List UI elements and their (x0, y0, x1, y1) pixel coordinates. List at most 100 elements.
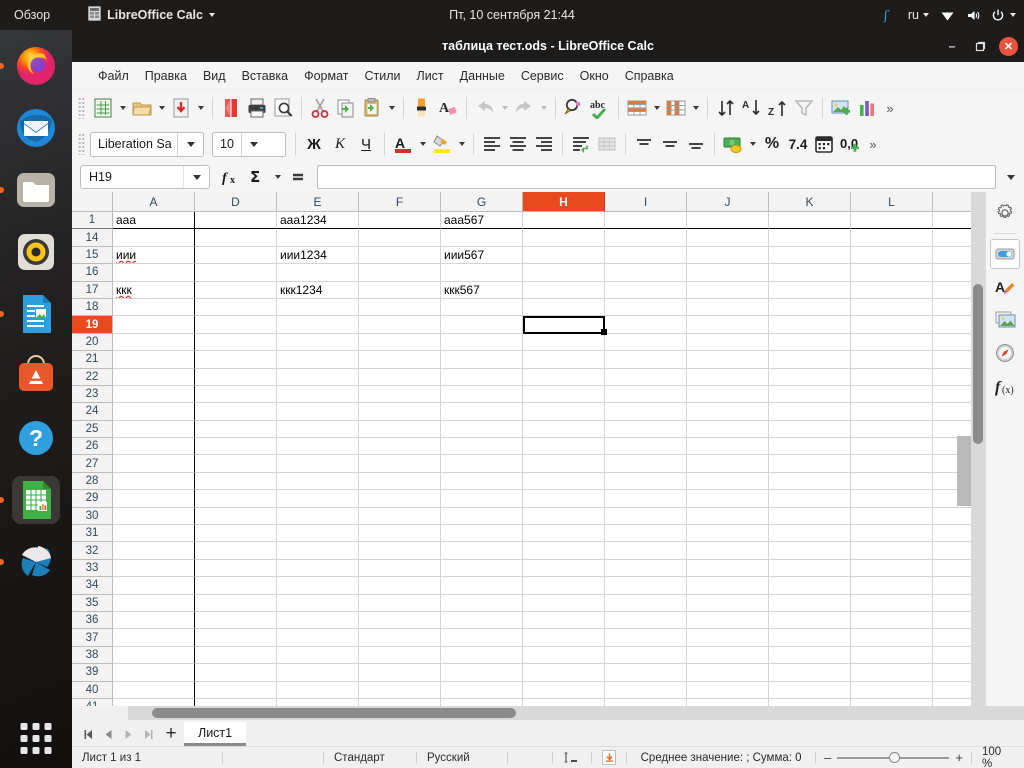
cell-M37[interactable] (933, 629, 971, 647)
row-header-40[interactable]: 40 (72, 681, 113, 699)
autofilter-icon[interactable] (791, 95, 817, 121)
align-top-icon[interactable] (631, 131, 657, 157)
row-header-23[interactable]: 23 (72, 385, 113, 404)
cell-F36[interactable] (359, 611, 441, 630)
cell-D24[interactable] (195, 403, 277, 421)
cell-G1[interactable]: aaa567 (441, 212, 523, 230)
cell-J40[interactable] (687, 681, 769, 699)
column-header-J[interactable]: J (687, 192, 769, 212)
cell-A30[interactable] (113, 507, 195, 526)
cell-A40[interactable] (113, 681, 195, 699)
cell-A19[interactable] (113, 316, 195, 334)
sheet-view[interactable]: A D E F G H I J K L 1 14 15 16 17 18 19 20 21 22 2… (72, 192, 971, 706)
cell-H39[interactable] (523, 664, 605, 682)
row-header-27[interactable]: 27 (72, 455, 113, 473)
cell-F40[interactable] (359, 681, 441, 699)
cell-J16[interactable] (687, 264, 769, 282)
cell-L28[interactable] (851, 472, 933, 491)
cell-D22[interactable] (195, 368, 277, 386)
cell-I23[interactable] (605, 385, 687, 404)
menu-file[interactable]: Файл (90, 66, 137, 86)
cell-M30[interactable] (933, 507, 971, 526)
row-header-17[interactable]: 17 (72, 281, 113, 299)
row-header-26[interactable]: 26 (72, 438, 113, 456)
cell-D29[interactable] (195, 490, 277, 508)
cell-G14[interactable] (441, 229, 523, 247)
cell-G30[interactable] (441, 507, 523, 526)
cell-K27[interactable] (769, 455, 851, 473)
cell-J15[interactable] (687, 246, 769, 265)
cell-J33[interactable] (687, 559, 769, 578)
cell-M21[interactable] (933, 351, 971, 369)
cell-K33[interactable] (769, 559, 851, 578)
sum-dropdown[interactable] (271, 164, 284, 190)
cell-M17[interactable] (933, 281, 971, 299)
cell-F35[interactable] (359, 594, 441, 612)
column-header-F[interactable]: F (359, 192, 441, 212)
cell-A28[interactable] (113, 472, 195, 491)
cell-J37[interactable] (687, 629, 769, 647)
cell-L33[interactable] (851, 559, 933, 578)
number-format-button[interactable]: 7.4 (785, 131, 811, 157)
sidebar-styles-button[interactable]: A (990, 272, 1020, 302)
cell-J39[interactable] (687, 664, 769, 682)
first-sheet-button[interactable] (78, 722, 98, 746)
cell-K15[interactable] (769, 246, 851, 265)
show-applications-button[interactable] (20, 723, 52, 754)
add-sheet-button[interactable]: + (158, 722, 184, 746)
cell-D25[interactable] (195, 420, 277, 439)
cell-M18[interactable] (933, 298, 971, 317)
cell-G37[interactable] (441, 629, 523, 647)
cell-I36[interactable] (605, 611, 687, 630)
column-icon[interactable] (663, 95, 689, 121)
cell-A25[interactable] (113, 420, 195, 439)
font-size-dropdown[interactable] (240, 132, 267, 156)
cell-J36[interactable] (687, 611, 769, 630)
cell-A16[interactable] (113, 264, 195, 282)
cell-G23[interactable] (441, 385, 523, 404)
align-left-icon[interactable] (479, 131, 505, 157)
cell-F32[interactable] (359, 542, 441, 560)
cell-F23[interactable] (359, 385, 441, 404)
cell-G19[interactable] (441, 316, 523, 334)
cell-K28[interactable] (769, 472, 851, 491)
selection-mode-status[interactable] (553, 747, 591, 768)
find-replace-icon[interactable] (561, 95, 587, 121)
cell-M34[interactable] (933, 577, 971, 595)
cell-M15[interactable] (933, 246, 971, 265)
last-sheet-button[interactable] (138, 722, 158, 746)
cell-L1[interactable] (851, 212, 933, 230)
print-preview-icon[interactable] (270, 95, 296, 121)
cell-L37[interactable] (851, 629, 933, 647)
cell-K41[interactable] (769, 698, 851, 706)
row-header-39[interactable]: 39 (72, 664, 113, 682)
menu-sheet[interactable]: Лист (408, 66, 451, 86)
column-header-M[interactable] (933, 192, 971, 212)
row-header-36[interactable]: 36 (72, 611, 113, 630)
cell-E38[interactable] (277, 646, 359, 665)
cell-A21[interactable] (113, 351, 195, 369)
dock-item-thunderbird[interactable] (12, 104, 60, 152)
cell-E33[interactable] (277, 559, 359, 578)
column-dropdown[interactable] (689, 95, 702, 121)
cell-H41[interactable] (523, 698, 605, 706)
horizontal-scrollbar-thumb[interactable] (152, 708, 516, 718)
cell-G40[interactable] (441, 681, 523, 699)
cell-G26[interactable] (441, 438, 523, 456)
cell-F22[interactable] (359, 368, 441, 386)
cell-H31[interactable] (523, 525, 605, 543)
row-header-28[interactable]: 28 (72, 472, 113, 491)
cell-E21[interactable] (277, 351, 359, 369)
cell-G28[interactable] (441, 472, 523, 491)
cell-L41[interactable] (851, 698, 933, 706)
cell-J20[interactable] (687, 333, 769, 352)
cell-J19[interactable] (687, 316, 769, 334)
cell-G18[interactable] (441, 298, 523, 317)
activities-button[interactable]: Обзор (6, 0, 58, 30)
vertical-split-grip[interactable] (957, 436, 971, 506)
formula-bar-expand-button[interactable] (1000, 162, 1022, 192)
cell-E35[interactable] (277, 594, 359, 612)
cell-E40[interactable] (277, 681, 359, 699)
font-name-dropdown[interactable] (177, 132, 203, 156)
menu-help[interactable]: Справка (617, 66, 682, 86)
